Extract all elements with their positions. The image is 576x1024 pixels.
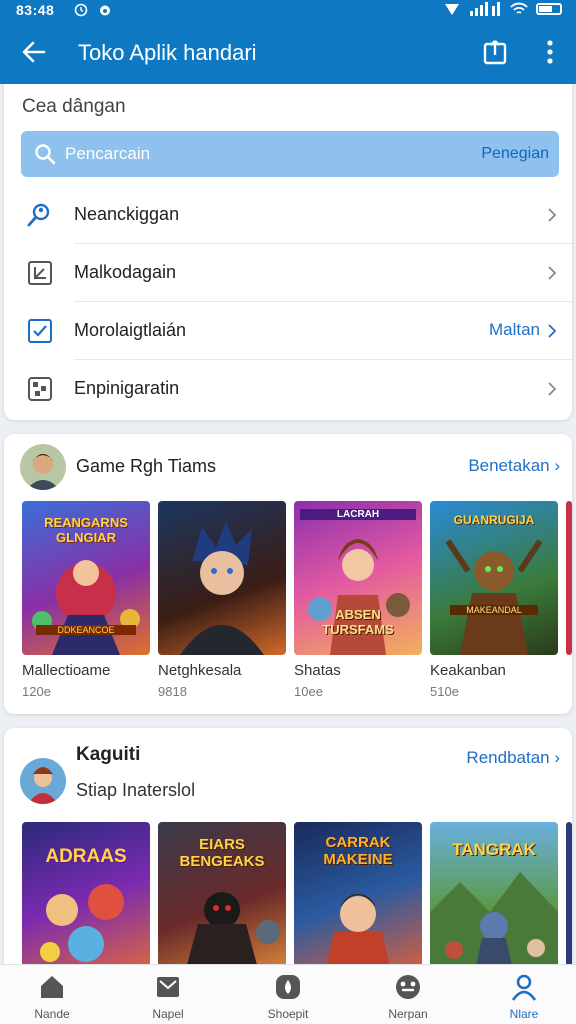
face-icon (396, 975, 420, 999)
app-tile-partial[interactable] (566, 822, 572, 976)
menu-row-extra: Maltan (488, 320, 540, 339)
game-section-card: Game Rgh Tiams Benetakan › REANGARNS GLN… (4, 434, 572, 714)
app-size: 9818 (158, 684, 187, 699)
section-label: Cea dângan (22, 96, 126, 117)
app-size: 120e (22, 684, 51, 699)
search-placeholder: Pencarcain (65, 144, 151, 163)
search-action-button[interactable]: Penegian (481, 145, 549, 163)
game-art-title: REANGARNS GLNGIAR (44, 515, 128, 545)
bottom-navigation: Nande Napel Shoepit Nerpan Nlare (0, 964, 576, 1024)
game-art-sub: DDKEANCOE (36, 625, 136, 635)
chevron-right-icon (548, 324, 557, 338)
checkbox-icon (28, 319, 52, 343)
app-size: 10ee (294, 684, 323, 699)
menu-row-neanckiggan[interactable]: Neanckiggan (4, 186, 572, 244)
home-icon (41, 976, 63, 998)
notification-icon (100, 5, 110, 16)
menu-row-malkodagain[interactable]: Malkodagain (4, 244, 572, 302)
status-time: 83:48 (16, 2, 55, 18)
section-more-label: Benetakan (468, 456, 550, 475)
nav-label: Napel (152, 1007, 184, 1021)
app-tile[interactable] (158, 501, 286, 655)
app-bar: Toko Aplik handari (0, 24, 576, 84)
menu-card: Cea dângan Pencarcain Penegian Neanckigg… (4, 84, 572, 420)
status-bar: 83:48 (0, 0, 576, 22)
profile-icon (511, 974, 537, 1001)
section-more-link[interactable]: Benetakan › (468, 456, 560, 476)
app-size: 510e (430, 684, 459, 699)
game-art-sub: LACRAH (300, 509, 416, 520)
signal-icon (470, 2, 500, 16)
app-name: Mallectioame (22, 662, 111, 679)
section-title: Kaguiti (76, 744, 141, 765)
status-right-icons (444, 2, 562, 16)
game-art-sub: MAKEANDAL (450, 605, 538, 615)
menu-row-label: Enpinigaratin (74, 378, 180, 398)
nav-label: Nerpan (388, 1007, 428, 1021)
nav-label: Nande (34, 1007, 70, 1021)
app-name: Keakanban (430, 662, 506, 679)
section-more-label: Rendbatan (466, 748, 550, 767)
menu-row-label: Malkodagain (74, 262, 177, 282)
app-tile[interactable]: ADRAAS (22, 822, 150, 976)
app-tile[interactable]: REANGARNS GLNGIAR DDKEANCOE (22, 501, 150, 655)
section-subtitle: Stiap Inaterslol (76, 780, 196, 800)
chevron-right-icon (548, 266, 557, 280)
game-art-title: EIARS BENGEAKS (179, 836, 265, 870)
search-bar[interactable]: Pencarcain Penegian (21, 131, 559, 177)
top-bar: 83:48 Toko Aplik handari (0, 0, 576, 84)
user-search-icon (27, 203, 50, 227)
game-art-title: ADRAAS (45, 846, 127, 867)
nav-inbox[interactable]: Napel (120, 965, 216, 1024)
nav-face[interactable]: Nerpan (360, 965, 456, 1024)
download-box-icon (28, 261, 52, 285)
share-icon[interactable] (482, 38, 510, 66)
menu-row-label: Neanckiggan (74, 204, 180, 224)
avatar (20, 444, 66, 490)
nav-shop[interactable]: Shoepit (240, 965, 336, 1024)
battery-icon (536, 3, 562, 15)
nav-label: Nlare (509, 1007, 539, 1021)
back-arrow-icon[interactable] (20, 38, 48, 66)
menu-row-enpinigaratin[interactable]: Enpinigaratin (4, 360, 572, 418)
game-art-title: CARRAK MAKEINE (323, 834, 393, 868)
drop-icon (276, 975, 300, 999)
chevron-right-icon (548, 208, 557, 222)
game-art-title: GUANRUGIJA (453, 513, 535, 527)
app-tile[interactable]: TANGRAK (430, 822, 558, 976)
chevron-right-icon (548, 382, 557, 396)
section-more-link[interactable]: Rendbatan › (466, 748, 560, 768)
game-art (180, 521, 264, 655)
menu-row-morolaigtlaian[interactable]: Morolaigtlaián Maltan (4, 302, 572, 360)
status-left-icons (74, 3, 112, 17)
app-tile[interactable]: GUANRUGIJA MAKEANDAL (430, 501, 558, 655)
app-name: Netghkesala (158, 662, 242, 679)
app-tile-partial[interactable] (566, 501, 572, 655)
alarm-icon (74, 3, 88, 17)
search-icon (35, 144, 56, 165)
avatar (20, 758, 66, 804)
wifi-arc-icon (510, 2, 528, 14)
section-title: Game Rgh Tiams (76, 456, 217, 476)
puzzle-icon (28, 377, 52, 401)
app-tile[interactable]: CARRAK MAKEINE (294, 822, 422, 976)
more-options-icon[interactable] (538, 38, 562, 66)
inbox-icon (157, 977, 179, 997)
nav-profile[interactable]: Nlare (476, 965, 572, 1024)
menu-row-label: Morolaigtlaián (74, 320, 187, 340)
nav-home[interactable]: Nande (4, 965, 100, 1024)
app-tile[interactable]: EIARS BENGEAKS (158, 822, 286, 976)
game-art-title: ABSEN TURSFAMS (322, 607, 394, 637)
app-tile[interactable]: LACRAH ABSEN TURSFAMS (294, 501, 422, 655)
game-art-title: TANGRAK (452, 840, 536, 859)
app-name: Shatas (294, 662, 341, 679)
nav-label: Shoepit (267, 1007, 309, 1021)
page-title: Toko Aplik handari (78, 40, 257, 65)
wifi-icon (445, 3, 459, 15)
